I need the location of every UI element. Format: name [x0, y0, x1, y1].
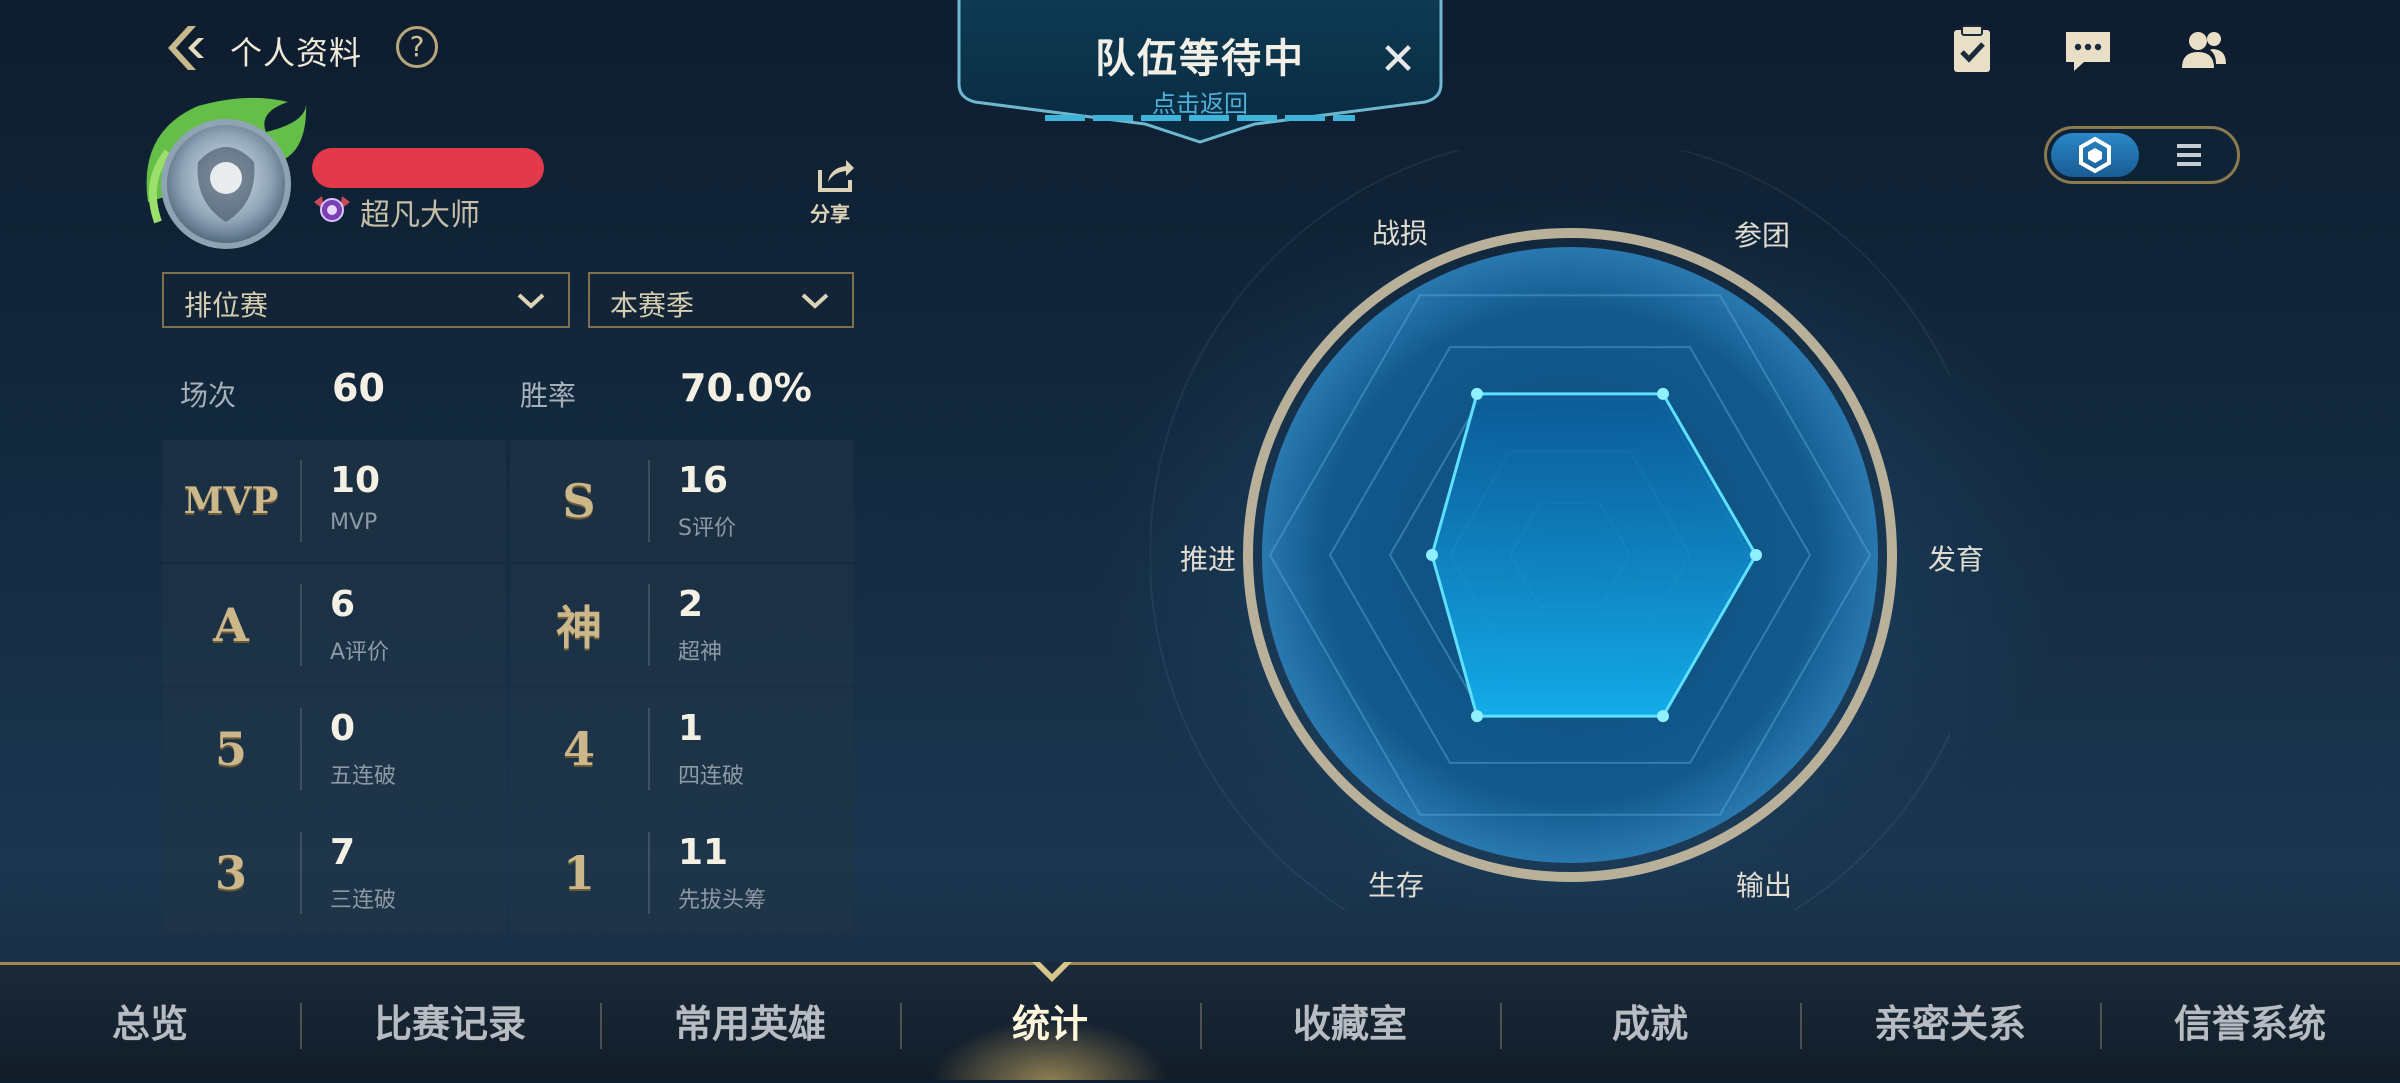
tab-achievements[interactable]: 成就 — [1500, 965, 1800, 1080]
stat-label: 先拔头筹 — [678, 888, 767, 913]
season-dropdown[interactable]: 本赛季 — [588, 272, 854, 328]
stat-first-blood: 1 11 先拔头筹 — [510, 812, 854, 934]
view-toggle[interactable] — [2044, 126, 2240, 184]
tab-match-history[interactable]: 比赛记录 — [300, 965, 600, 1080]
stat-penta-kill: 5 0 五连破 — [162, 688, 506, 810]
tab-credit-system[interactable]: 信誉系统 — [2100, 965, 2400, 1080]
radar-chart — [1150, 150, 1950, 910]
mode-dropdown[interactable]: 排位赛 — [162, 272, 570, 328]
stat-label: 三连破 — [330, 888, 397, 913]
page-title: 个人资料 — [230, 34, 363, 72]
winrate-value: 70.0% — [680, 366, 812, 410]
stat-label: 四连破 — [678, 764, 745, 789]
radar-axis-label: 参团 — [1734, 219, 1791, 252]
queue-status-title: 队伍等待中 — [1095, 36, 1305, 82]
close-icon[interactable]: ✕ — [1374, 36, 1422, 84]
stat-mvp: MVP 10 MVP — [162, 440, 506, 562]
friends-icon[interactable] — [2178, 24, 2230, 76]
stat-a-rating: A 6 A评价 — [162, 564, 506, 686]
stat-value: 6 — [330, 584, 356, 625]
avatar[interactable] — [138, 92, 308, 262]
stat-label: 五连破 — [330, 764, 397, 789]
share-label[interactable]: 分享 — [810, 198, 850, 227]
winrate-label: 胜率 — [520, 379, 577, 412]
stat-label: MVP — [330, 510, 378, 535]
stat-value: 2 — [678, 584, 704, 625]
stat-value: 0 — [330, 708, 356, 749]
games-label: 场次 — [180, 379, 237, 412]
divider — [300, 584, 302, 666]
tab-relationships[interactable]: 亲密关系 — [1800, 965, 2100, 1080]
divider — [648, 584, 650, 666]
stat-triple-kill: 3 7 三连破 — [162, 812, 506, 934]
divider — [648, 708, 650, 790]
radar-axis-label: 推进 — [1180, 543, 1237, 576]
divider — [300, 832, 302, 914]
stat-value: 10 — [330, 460, 381, 501]
stat-value: 16 — [678, 460, 729, 501]
first-blood-badge: 1 — [562, 846, 595, 900]
stat-quadra-kill: 4 1 四连破 — [510, 688, 854, 810]
s-badge: S — [562, 474, 596, 528]
stat-label: 超神 — [678, 640, 723, 665]
radar-axis-label: 输出 — [1736, 869, 1793, 902]
back-arrow-icon[interactable] — [158, 20, 214, 76]
tab-common-heroes[interactable]: 常用英雄 — [600, 965, 900, 1080]
radar-point — [1657, 710, 1669, 723]
checklist-icon[interactable] — [1946, 24, 1998, 76]
triple-badge: 3 — [214, 846, 247, 900]
stat-value: 7 — [330, 832, 356, 873]
help-icon[interactable]: ? — [396, 26, 438, 68]
radar-axis-label: 战损 — [1372, 217, 1429, 250]
radar-point — [1471, 387, 1483, 400]
tab-collection[interactable]: 收藏室 — [1200, 965, 1500, 1080]
mvp-badge: MVP — [183, 480, 279, 522]
radar-point — [1657, 387, 1669, 400]
stat-label: A评价 — [330, 640, 390, 665]
stats-grid: MVP 10 MVP S 16 S评价 A 6 A评价 神 2 超神 5 0 五… — [162, 440, 854, 936]
a-badge: A — [213, 598, 249, 652]
games-value: 60 — [332, 366, 385, 410]
radar-point — [1426, 549, 1438, 561]
radar-point — [1471, 710, 1483, 723]
list-view-icon[interactable] — [2169, 135, 2209, 175]
stat-value: 11 — [678, 832, 729, 873]
chevron-down-icon — [801, 293, 829, 309]
divider — [300, 460, 302, 542]
rank-label: 超凡大师 — [360, 198, 480, 233]
godlike-badge: 神 — [556, 601, 602, 655]
chevron-down-icon — [517, 293, 545, 309]
active-tab-indicator-icon — [1032, 962, 1072, 982]
player-name-redacted — [312, 148, 544, 188]
divider — [648, 832, 650, 914]
radar-axis-label: 发育 — [1928, 543, 1985, 576]
stat-value: 1 — [678, 708, 704, 749]
quadra-badge: 4 — [562, 722, 595, 776]
mode-dropdown-value: 排位赛 — [184, 289, 269, 322]
penta-badge: 5 — [214, 722, 247, 776]
chat-icon[interactable] — [2062, 24, 2114, 76]
season-dropdown-value: 本赛季 — [610, 289, 695, 322]
radar-point — [1750, 549, 1762, 561]
tab-overview[interactable]: 总览 — [0, 965, 300, 1080]
bottom-nav: 总览 比赛记录 常用英雄 统计 收藏室 成就 亲密关系 信誉系统 — [0, 962, 2400, 1080]
divider — [300, 708, 302, 790]
queue-return-link[interactable]: 点击返回 — [955, 84, 1445, 119]
stat-s-rating: S 16 S评价 — [510, 440, 854, 562]
share-icon[interactable] — [816, 156, 856, 194]
rank-badge-icon — [314, 196, 350, 222]
hexagon-view-icon[interactable] — [2075, 135, 2115, 175]
radar-axis-label: 生存 — [1368, 869, 1425, 902]
stat-label: S评价 — [678, 516, 736, 541]
stat-godlike: 神 2 超神 — [510, 564, 854, 686]
divider — [648, 460, 650, 542]
